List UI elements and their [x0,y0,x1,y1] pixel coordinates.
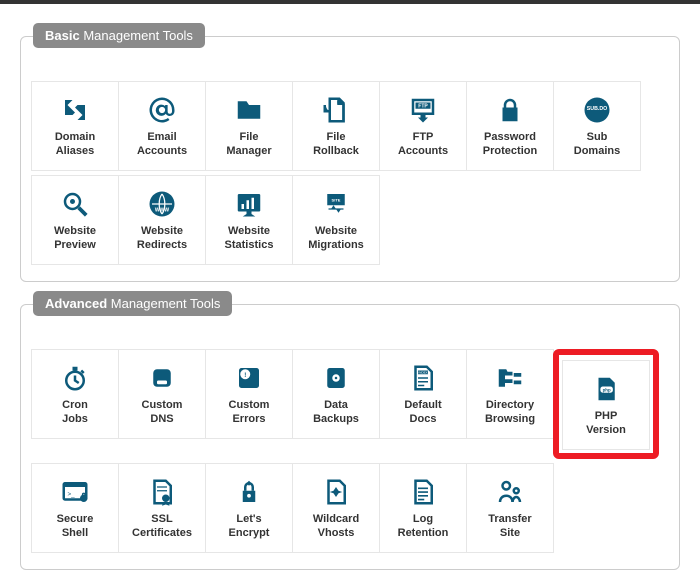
password-protection-tool[interactable]: Password Protection [466,81,554,171]
ssl-certificates-tool[interactable]: SSL Certificates [118,463,206,553]
secure-shell-tool[interactable]: >_ Secure Shell [31,463,119,553]
php-version-tool[interactable]: php PHP Version [562,360,650,450]
file-rollback-tool[interactable]: File Rollback [292,81,380,171]
advanced-tools-row2: >_ Secure Shell SSL Certificates Let's E… [31,459,669,553]
directory-browsing-tool[interactable]: Directory Browsing [466,349,554,439]
wildcard-vhosts-tool[interactable]: Wildcard Vhosts [292,463,380,553]
log-icon [408,475,438,509]
folder-icon [234,93,264,127]
svg-text:>_: >_ [68,491,76,498]
domain-aliases-tool[interactable]: Domain Aliases [31,81,119,171]
redirects-icon: WWW [147,187,177,221]
backups-icon [321,361,351,395]
cron-icon [60,361,90,395]
svg-text:WWW: WWW [155,208,169,214]
email-accounts-tool[interactable]: Email Accounts [118,81,206,171]
dns-icon [147,361,177,395]
sub-domains-tool[interactable]: SUB.DO Sub Domains [553,81,641,171]
basic-panel: Basic Management Tools Domain Aliases Em… [20,36,680,282]
website-preview-tool[interactable]: Website Preview [31,175,119,265]
wildcard-icon [321,475,351,509]
file-manager-tool[interactable]: File Manager [205,81,293,171]
ssl-icon [147,475,177,509]
lock-icon [495,93,525,127]
basic-tools-row2: Website Preview WWW Website Redirects We… [31,171,669,265]
basic-panel-title: Basic Management Tools [33,23,205,48]
svg-text:SITE: SITE [332,198,341,203]
domain-aliases-icon [60,93,90,127]
migrations-icon: SITE [321,187,351,221]
lets-encrypt-tool[interactable]: Let's Encrypt [205,463,293,553]
basic-tools-row1: Domain Aliases Email Accounts File Manag… [31,81,669,171]
shell-icon: >_ [60,475,90,509]
defaultdocs-icon: INDEX [408,361,438,395]
svg-text:FTP: FTP [418,104,428,110]
dirbrowse-icon [495,361,525,395]
management-tools-page: Basic Management Tools Domain Aliases Em… [0,0,700,580]
website-migrations-tool[interactable]: SITE Website Migrations [292,175,380,265]
ftp-icon: FTP [408,93,438,127]
advanced-panel-title: Advanced Management Tools [33,291,232,316]
php-icon: php [591,372,621,406]
advanced-panel: Advanced Management Tools Cron Jobs Cust… [20,304,680,570]
letsencrypt-icon [234,475,264,509]
stats-icon [234,187,264,221]
svg-text:!: ! [244,372,246,379]
svg-text:SUB.DO: SUB.DO [587,106,607,112]
rollback-icon [321,93,351,127]
svg-text:INDEX: INDEX [418,371,428,375]
email-icon [147,93,177,127]
website-statistics-tool[interactable]: Website Statistics [205,175,293,265]
advanced-tools-row1: Cron Jobs Custom DNS ! Custom Errors Dat… [31,349,669,459]
log-retention-tool[interactable]: Log Retention [379,463,467,553]
errors-icon: ! [234,361,264,395]
subdomain-icon: SUB.DO [582,93,612,127]
php-version-highlight: php PHP Version [553,349,659,459]
preview-icon [60,187,90,221]
cron-jobs-tool[interactable]: Cron Jobs [31,349,119,439]
data-backups-tool[interactable]: Data Backups [292,349,380,439]
transfer-icon [495,475,525,509]
svg-text:php: php [603,388,611,393]
default-docs-tool[interactable]: INDEX Default Docs [379,349,467,439]
ftp-accounts-tool[interactable]: FTP FTP Accounts [379,81,467,171]
custom-dns-tool[interactable]: Custom DNS [118,349,206,439]
transfer-site-tool[interactable]: Transfer Site [466,463,554,553]
website-redirects-tool[interactable]: WWW Website Redirects [118,175,206,265]
custom-errors-tool[interactable]: ! Custom Errors [205,349,293,439]
